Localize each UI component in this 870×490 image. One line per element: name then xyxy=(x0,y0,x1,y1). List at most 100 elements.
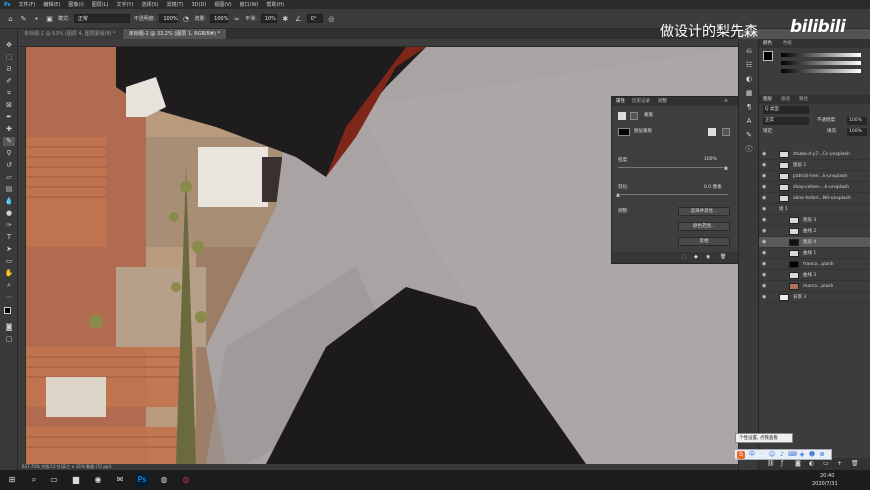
home-icon[interactable]: ⌂ xyxy=(6,14,15,23)
layer-row[interactable]: ◉ 曲线 2 xyxy=(759,226,870,237)
add-mask-icon[interactable]: ◙ xyxy=(795,460,801,467)
flow-field[interactable]: 100% xyxy=(210,14,228,23)
clock-time[interactable]: 20:40 xyxy=(820,473,834,479)
eye-icon[interactable]: ◉ xyxy=(762,283,768,289)
menu-window[interactable]: 窗口(W) xyxy=(236,1,263,8)
netease-music-icon[interactable]: ◎ xyxy=(180,474,192,486)
brush-settings-icon[interactable]: ✎ xyxy=(744,131,754,140)
angle-field[interactable]: 0° xyxy=(306,14,323,23)
tab-doc-2[interactable]: 未标题-2 @ 33.2% (图层 1, RGB/8#) * xyxy=(122,29,227,39)
character-icon[interactable]: A xyxy=(744,117,754,126)
foreground-color-swatch[interactable] xyxy=(763,51,773,61)
menu-layer[interactable]: 图层(L) xyxy=(88,1,113,8)
color-slider-1[interactable] xyxy=(781,53,861,57)
ruler-vertical[interactable] xyxy=(18,47,26,464)
menu-edit[interactable]: 编辑(E) xyxy=(39,1,64,8)
zoom-tool-icon[interactable]: ⌕ xyxy=(3,281,15,290)
layer-row[interactable]: ◉ 图层 3 xyxy=(759,215,870,226)
trash-icon[interactable]: 🗑 xyxy=(851,460,859,467)
type-tool-icon[interactable]: T xyxy=(3,233,15,242)
layer-row[interactable]: ◉ 背景 3 xyxy=(759,292,870,303)
fx-icon[interactable]: ƒ xyxy=(781,460,783,467)
ime-punct-icon[interactable]: · xyxy=(758,451,766,459)
layer-row[interactable]: ◉ 曲线 1 xyxy=(759,248,870,259)
layer-row[interactable]: ◉ 曲线 3 xyxy=(759,270,870,281)
tab-channels[interactable]: 通道 xyxy=(781,95,790,104)
windows-start-icon[interactable]: ⊞ xyxy=(6,474,18,486)
layer-row-selected[interactable]: ◉ 图层 4 xyxy=(759,237,870,248)
eye-icon[interactable]: ◉ xyxy=(762,206,768,212)
ruler-horizontal[interactable] xyxy=(18,39,738,47)
eye-icon[interactable]: ◉ xyxy=(762,195,768,201)
adjustments-icon[interactable]: ◐ xyxy=(744,75,754,84)
layer-kind-filter[interactable]: Q 类型 xyxy=(763,106,809,114)
adjustment-layer-icon[interactable]: ◐ xyxy=(809,460,814,467)
eye-icon[interactable]: ◉ xyxy=(762,294,768,300)
history-icon[interactable]: ⎌ xyxy=(744,47,754,56)
color-range-button[interactable]: 颜色范围... xyxy=(678,222,730,231)
color-slider-3[interactable] xyxy=(781,69,861,73)
task-view-icon[interactable]: ▭ xyxy=(48,474,60,486)
new-group-icon[interactable]: ▭ xyxy=(823,460,829,467)
brush-tool-icon[interactable]: ✎ xyxy=(3,137,15,146)
panel-menu-icon[interactable]: ≡ xyxy=(724,97,728,106)
feather-slider[interactable] xyxy=(618,194,728,195)
menu-type[interactable]: 文字(Y) xyxy=(112,1,137,8)
move-tool-icon[interactable]: ✥ xyxy=(3,41,15,50)
lasso-tool-icon[interactable]: ᘐ xyxy=(3,65,15,74)
smooth-field[interactable]: 10% xyxy=(260,14,277,23)
stamp-tool-icon[interactable]: ⚲ xyxy=(3,149,15,158)
eye-icon[interactable]: ◉ xyxy=(762,250,768,256)
select-and-mask-button[interactable]: 选择并遮住... xyxy=(678,207,730,216)
feather-slider-thumb[interactable]: ▲ xyxy=(616,192,620,198)
apply-mask-icon[interactable]: ◆ xyxy=(694,254,698,260)
ime-menu-icon[interactable]: ≣ xyxy=(818,451,826,459)
tab-layers[interactable]: 图层 xyxy=(763,95,772,104)
eye-icon[interactable]: ◉ xyxy=(762,272,768,278)
layer-row[interactable]: ◉ shay-cohen-...k-unsplash xyxy=(759,182,870,193)
fill-field[interactable]: 100% xyxy=(847,128,867,136)
link-layers-icon[interactable]: ⛓ xyxy=(767,460,775,467)
density-slider-thumb[interactable]: ▲ xyxy=(724,165,728,171)
dodge-tool-icon[interactable]: ● xyxy=(3,209,15,218)
libraries-icon[interactable]: ▦ xyxy=(744,89,754,98)
eye-icon[interactable]: ◉ xyxy=(762,173,768,179)
menu-view[interactable]: 视图(V) xyxy=(210,1,235,8)
layer-row[interactable]: ◉ franco...plash xyxy=(759,259,870,270)
marquee-tool-icon[interactable]: ⬚ xyxy=(3,53,15,62)
path-select-icon[interactable]: ➤ xyxy=(3,245,15,254)
shape-tool-icon[interactable]: ▭ xyxy=(3,257,15,266)
blend-mode-select[interactable]: 正常 xyxy=(763,117,809,125)
select-mask-icon[interactable] xyxy=(708,128,716,136)
more-tools-icon[interactable]: ⋯ xyxy=(3,293,15,302)
info-icon[interactable]: ⓘ xyxy=(744,145,754,154)
invert-button[interactable]: 反相 xyxy=(678,237,730,246)
layer-row[interactable]: ◉ 图层 2 xyxy=(759,160,870,171)
density-value[interactable]: 100% xyxy=(704,157,717,162)
eye-icon[interactable]: ◉ xyxy=(762,151,768,157)
eye-icon[interactable]: ◉ xyxy=(762,217,768,223)
density-slider[interactable] xyxy=(618,167,728,168)
pressure-opacity-icon[interactable]: ◔ xyxy=(181,14,190,23)
menu-3d[interactable]: 3D(D) xyxy=(188,2,211,8)
wechat-icon[interactable]: ✉ xyxy=(114,474,126,486)
eraser-tool-icon[interactable]: ▱ xyxy=(3,173,15,182)
menu-image[interactable]: 图像(I) xyxy=(64,1,87,8)
vector-mask-icon[interactable] xyxy=(630,112,638,120)
ps-logo[interactable]: Ps xyxy=(0,2,15,8)
airbrush-icon[interactable]: ≈ xyxy=(232,14,241,23)
layer-opacity-field[interactable]: 100% xyxy=(847,117,867,125)
load-selection-icon[interactable]: ⬚ xyxy=(682,254,687,260)
tab-paths[interactable]: 路径 xyxy=(799,95,808,104)
ime-keyboard-icon[interactable]: ⌨ xyxy=(788,451,797,459)
pen-tool-icon[interactable]: ✑ xyxy=(3,221,15,230)
menu-select[interactable]: 选择(S) xyxy=(137,1,162,8)
paragraph-icon[interactable]: ¶ xyxy=(744,103,754,112)
tab-properties[interactable]: 属性 xyxy=(616,97,625,106)
brush-settings-icon[interactable]: ▣ xyxy=(45,14,54,23)
gradient-tool-icon[interactable]: ▤ xyxy=(3,185,15,194)
eye-icon[interactable]: ◉ xyxy=(762,261,768,267)
ime-voice-icon[interactable]: ♪ xyxy=(778,451,786,459)
tab-adjustments[interactable]: 调整 xyxy=(658,97,667,106)
eye-icon[interactable]: ◉ xyxy=(762,162,768,168)
